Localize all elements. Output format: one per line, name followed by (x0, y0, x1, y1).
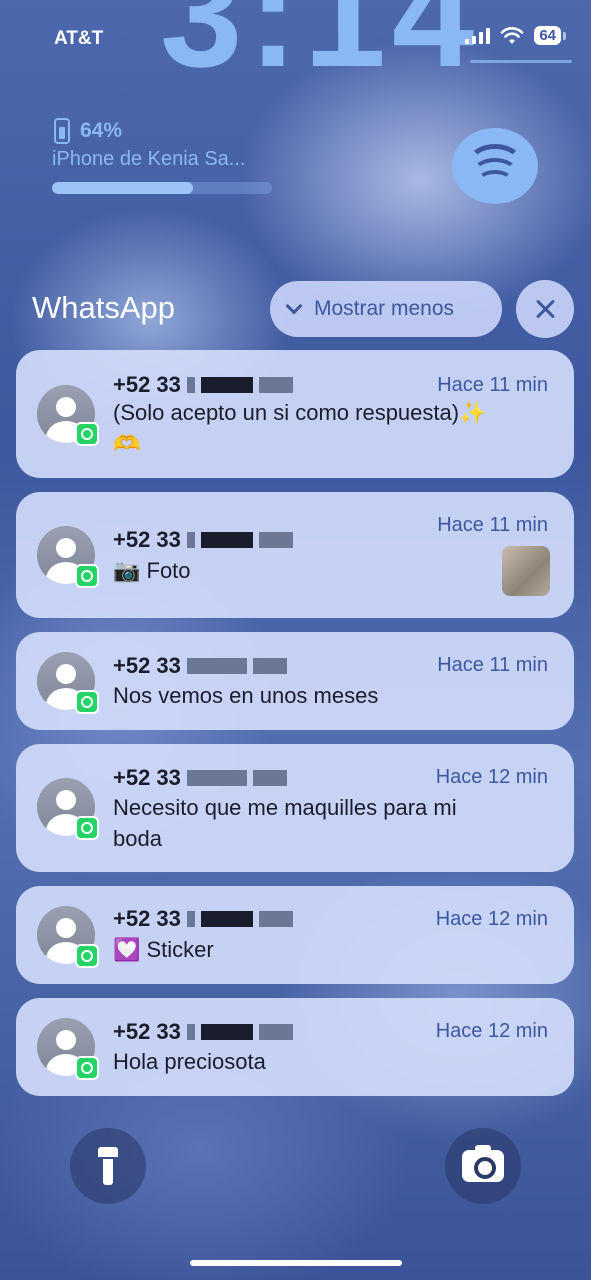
flashlight-button[interactable] (70, 1128, 146, 1204)
notification-card[interactable]: +52 33 Hace 11 min 📷 Foto (16, 492, 574, 618)
camera-icon (462, 1145, 504, 1182)
whatsapp-icon (75, 1056, 99, 1080)
signal-bars-icon (465, 27, 491, 44)
camera-button[interactable] (445, 1128, 521, 1204)
flashlight-icon (98, 1147, 118, 1185)
show-less-button[interactable]: Mostrar menos (270, 281, 502, 337)
whatsapp-icon (75, 690, 99, 714)
notification-message: Hola preciosota (113, 1049, 266, 1074)
clock-underline (470, 60, 572, 63)
battery-widget-bar-fill (52, 182, 193, 194)
notification-time: Hace 12 min (435, 908, 548, 930)
notification-message: (Solo acepto un si como respuesta)✨🫶 (113, 400, 487, 456)
battery-widget-bar (52, 182, 272, 194)
notification-sender: +52 33 (113, 906, 299, 933)
notification-message: 💟 Sticker (113, 937, 214, 962)
notification-sender: +52 33 (113, 1019, 299, 1046)
notification-group-app-name: WhatsApp (32, 290, 176, 325)
notification-card[interactable]: +52 33 Hace 12 min Hola preciosota (16, 998, 574, 1096)
notification-time: Hace 12 min (435, 766, 548, 788)
battery-widget-percent: 64% (80, 119, 123, 142)
whatsapp-icon (75, 816, 99, 840)
carrier-label: AT&T (54, 28, 104, 49)
notification-card[interactable]: +52 33 Hace 11 min (Solo acepto un si co… (16, 350, 574, 478)
photo-thumbnail (502, 546, 550, 596)
notification-sender: +52 33 (113, 372, 299, 399)
notification-card[interactable]: +52 33 Hace 11 min Nos vemos en unos mes… (16, 632, 574, 730)
wifi-icon (501, 26, 524, 44)
notification-message: Nos vemos en unos meses (113, 683, 379, 708)
battery-icon: 64 (534, 26, 566, 45)
whatsapp-icon (75, 564, 99, 588)
notification-sender: +52 33 (113, 653, 293, 680)
status-icons: 64 (465, 26, 566, 45)
notification-time: Hace 11 min (437, 374, 548, 396)
close-icon (534, 298, 556, 320)
notification-card[interactable]: +52 33 Hace 12 min Necesito que me maqui… (16, 744, 574, 872)
phone-battery-icon (54, 118, 70, 144)
notification-sender: +52 33 (113, 765, 293, 792)
whatsapp-icon (75, 422, 99, 446)
battery-widget[interactable]: 64% (54, 118, 122, 144)
notification-message: 📷 Foto (113, 558, 191, 583)
notification-time: Hace 11 min (437, 654, 548, 676)
spotify-icon[interactable] (452, 128, 538, 204)
notification-message: Necesito que me maquilles para mi boda (113, 795, 457, 851)
chevron-down-icon (285, 297, 303, 315)
notification-time: Hace 12 min (435, 1020, 548, 1042)
notification-time: Hace 11 min (437, 514, 548, 536)
home-indicator[interactable] (190, 1260, 402, 1266)
show-less-label: Mostrar menos (314, 297, 455, 320)
whatsapp-icon (75, 944, 99, 968)
notification-sender: +52 33 (113, 527, 299, 554)
clear-notifications-button[interactable] (516, 280, 574, 338)
notification-card[interactable]: +52 33 Hace 12 min 💟 Sticker (16, 886, 574, 984)
battery-widget-device: iPhone de Kenia Sa... (52, 148, 246, 170)
lock-screen-clock: 3:14 (160, 0, 481, 98)
